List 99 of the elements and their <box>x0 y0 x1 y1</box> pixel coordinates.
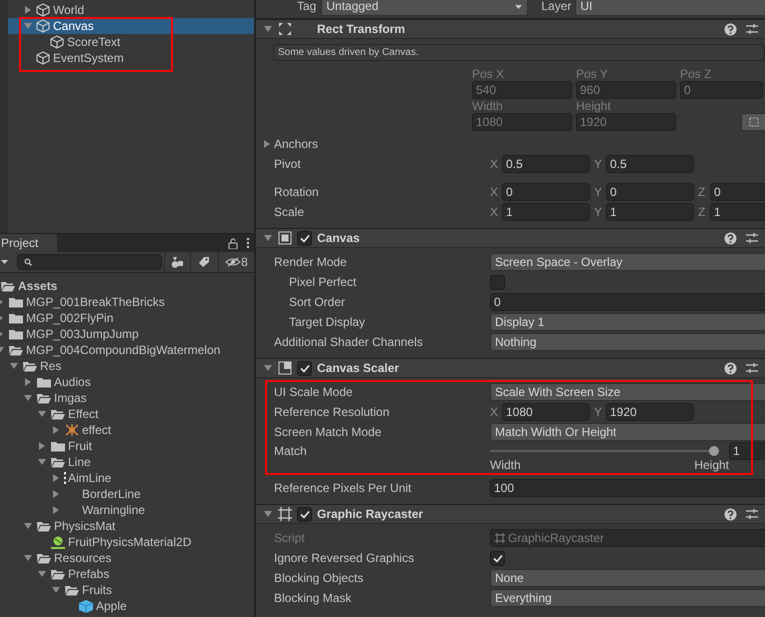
slider-min-label: Width <box>490 458 521 472</box>
project-item[interactable]: Prefabs <box>0 566 254 582</box>
number-field[interactable]: 0 <box>490 293 765 311</box>
field-label: Height <box>576 99 612 113</box>
component-title: Canvas Scaler <box>317 360 400 376</box>
project-item[interactable]: AimLine <box>0 470 254 486</box>
dropdown[interactable]: Screen Space - Overlay <box>490 253 765 271</box>
number-field[interactable]: 0 <box>710 183 765 201</box>
project-item[interactable]: Line <box>0 454 254 470</box>
property-label: Match <box>274 444 308 458</box>
property-label: Screen Match Mode <box>274 424 382 440</box>
dropdown[interactable]: Scale With Screen Size <box>490 383 765 401</box>
project-item[interactable]: Fruits <box>0 582 254 598</box>
tag-dropdown[interactable]: Untagged <box>321 0 528 16</box>
field-label: Width <box>472 99 504 113</box>
number-field[interactable]: 1920 <box>576 113 676 131</box>
component-title: Rect Transform <box>317 22 406 36</box>
project-item[interactable]: FruitPhysicsMaterial2D <box>0 534 254 550</box>
foldout-label[interactable]: Anchors <box>274 136 490 152</box>
property-label: Script <box>274 530 306 546</box>
component-header[interactable]: Rect Transform <box>256 19 765 39</box>
hierarchy-item[interactable]: ScoreText <box>8 34 254 50</box>
axis-label: Y <box>594 204 604 220</box>
number-field[interactable]: 1080 <box>472 113 572 131</box>
dropdown[interactable]: Match Width Or Height <box>490 423 765 441</box>
info-message: Some values driven by Canvas. <box>273 44 765 61</box>
component-header[interactable]: Graphic Raycaster <box>256 504 765 524</box>
axis-label: Z <box>698 204 706 220</box>
component-header[interactable]: Canvas <box>256 228 765 248</box>
number-field[interactable]: 1920 <box>606 403 694 421</box>
axis-label: Y <box>594 404 604 420</box>
axis-label: X <box>490 204 500 220</box>
property-label: Blocking Mask <box>274 590 352 606</box>
component-title: Graphic Raycaster <box>317 506 424 522</box>
number-field[interactable]: 0.5 <box>502 155 590 173</box>
field-label: Pos X <box>472 67 506 81</box>
project-item[interactable]: Resources <box>0 550 254 566</box>
project-item[interactable]: effect <box>0 422 254 438</box>
property-label: Blocking Objects <box>274 570 364 586</box>
project-tab[interactable]: Project <box>0 234 57 252</box>
property-label: Rotation <box>274 184 320 200</box>
project-item[interactable]: Fruit <box>0 438 254 454</box>
dropdown[interactable]: Everything <box>490 589 765 607</box>
field-label: Tag <box>297 0 316 14</box>
axis-label: X <box>490 156 500 172</box>
project-item[interactable]: Res <box>0 358 254 374</box>
axis-label: X <box>490 184 500 200</box>
hierarchy-item[interactable]: Canvas <box>8 18 254 34</box>
number-field[interactable]: 1 <box>710 203 765 221</box>
project-item[interactable]: MGP_001BreakTheBricks <box>0 294 254 310</box>
project-item[interactable]: Assets <box>0 278 254 294</box>
property-label: Ignore Reversed Graphics <box>274 550 416 566</box>
layer-dropdown[interactable]: UI <box>575 0 765 16</box>
axis-label: Y <box>594 184 604 200</box>
dropdown[interactable]: Nothing <box>490 333 765 351</box>
property-label: Render Mode <box>274 254 348 270</box>
number-field[interactable]: 0.5 <box>606 155 694 173</box>
number-field[interactable]: 1 <box>502 203 590 221</box>
property-label: Sort Order <box>289 294 346 310</box>
axis-label: Y <box>594 156 604 172</box>
property-label: Scale <box>274 204 306 220</box>
dropdown[interactable]: None <box>490 569 765 587</box>
number-field[interactable]: 0 <box>680 81 763 99</box>
property-label: Reference Resolution <box>274 404 390 420</box>
field-label: Layer <box>541 0 572 14</box>
field-label: Pos Y <box>576 67 609 81</box>
property-label: Reference Pixels Per Unit <box>274 480 412 496</box>
property-label: Additional Shader Channels <box>274 334 424 350</box>
hierarchy-item[interactable]: EventSystem <box>8 50 254 66</box>
project-item[interactable]: Effect <box>0 406 254 422</box>
axis-label: Z <box>698 184 706 200</box>
project-item[interactable]: Audios <box>0 374 254 390</box>
project-item[interactable]: Apple <box>0 598 254 614</box>
property-label: Pivot <box>274 156 302 172</box>
component-header[interactable]: Canvas Scaler <box>256 358 765 378</box>
property-label: Pixel Perfect <box>289 274 358 290</box>
project-item[interactable]: MGP_002FlyPin <box>0 310 254 326</box>
project-item[interactable]: Imgas <box>0 390 254 406</box>
property-label: UI Scale Mode <box>274 384 354 400</box>
property-label: Target Display <box>289 314 366 330</box>
number-field[interactable]: 0 <box>502 183 590 201</box>
number-field[interactable]: 960 <box>576 81 676 99</box>
project-item[interactable]: MGP_004CompoundBigWatermelon <box>0 342 254 358</box>
hierarchy-item[interactable]: World <box>8 2 254 18</box>
number-field[interactable]: 1080 <box>502 403 590 421</box>
dropdown[interactable]: Display 1 <box>490 313 765 331</box>
number-field[interactable]: 540 <box>472 81 572 99</box>
number-field[interactable]: 1 <box>606 203 694 221</box>
project-item[interactable]: Warningline <box>0 502 254 518</box>
axis-label: X <box>490 404 500 420</box>
project-item[interactable]: MGP_003JumpJump <box>0 326 254 342</box>
number-field[interactable]: 1 <box>729 442 765 460</box>
field-label: Pos Z <box>680 67 712 81</box>
component-title: Canvas <box>317 230 360 246</box>
number-field[interactable]: 100 <box>490 479 765 497</box>
slider-max-label: Height <box>694 458 729 472</box>
number-field[interactable]: 0 <box>606 183 694 201</box>
project-item[interactable]: PhysicsMat <box>0 518 254 534</box>
project-item[interactable]: BorderLine <box>0 486 254 502</box>
